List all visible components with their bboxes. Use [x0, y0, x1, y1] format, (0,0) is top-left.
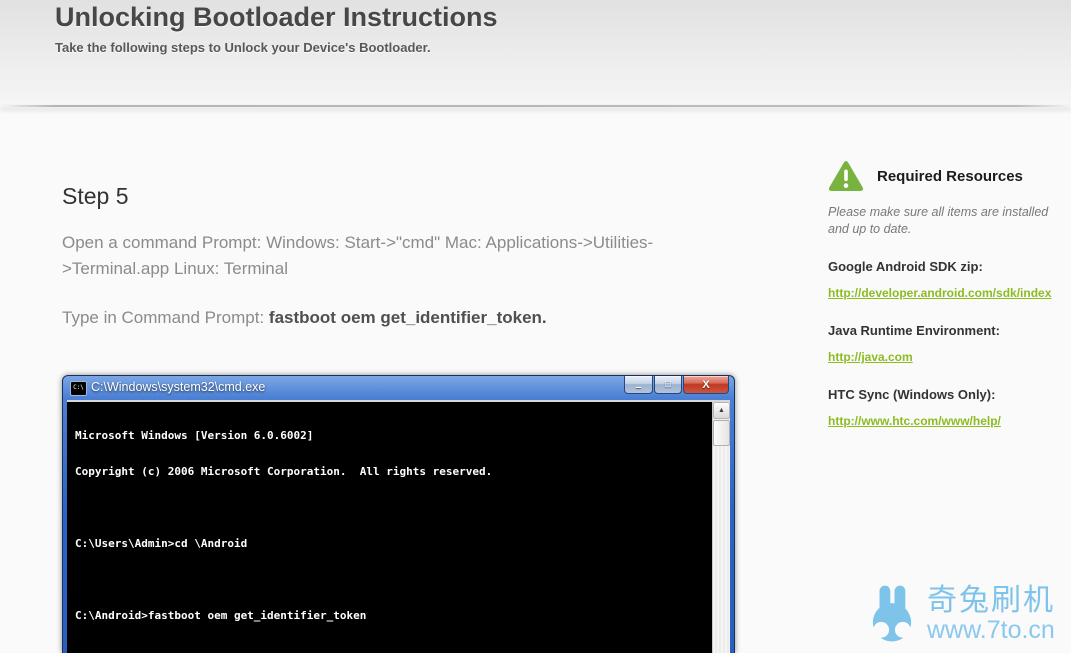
warning-icon [828, 160, 864, 193]
window-controls: – □ X [624, 376, 729, 394]
minimize-icon: – [636, 382, 642, 393]
watermark-brand: 奇兔刷机 [927, 586, 1055, 616]
fastboot-command-text: fastboot oem get_identifier_token [269, 308, 542, 327]
terminal-line [75, 502, 708, 514]
resources-note: Please make sure all items are installed… [828, 204, 1060, 238]
step-title: Step 5 [62, 183, 129, 210]
required-resources-title: Required Resources [877, 168, 1023, 185]
resource-htc-sync: HTC Sync (Windows Only): http://www.htc.… [828, 387, 1060, 430]
instruction-type-prefix: Type in Command Prompt: [62, 308, 269, 327]
scrollbar-thumb[interactable] [713, 420, 730, 446]
instruction-suffix: . [542, 308, 547, 327]
maximize-button[interactable]: □ [654, 376, 682, 394]
instruction-open-prompt: Open a command Prompt: Windows: Start->"… [62, 230, 694, 282]
terminal-line [75, 574, 708, 586]
resource-link-htc-sync[interactable]: http://www.htc.com/www/help/ [828, 414, 1001, 428]
page-header: Unlocking Bootloader Instructions Take t… [0, 0, 1071, 107]
resource-label: Google Android SDK zip: [828, 259, 1060, 274]
minimize-button[interactable]: – [624, 376, 653, 394]
watermark-url: www.7to.cn [927, 618, 1055, 643]
close-button[interactable]: X [683, 376, 729, 394]
resource-label: HTC Sync (Windows Only): [828, 387, 1060, 402]
resource-link-android-sdk[interactable]: http://developer.android.com/sdk/index [828, 286, 1051, 300]
page-title: Unlocking Bootloader Instructions [55, 2, 498, 33]
instruction-type-command: Type in Command Prompt: fastboot oem get… [62, 305, 702, 331]
terminal-output: Microsoft Windows [Version 6.0.6002] Cop… [75, 406, 708, 646]
resource-java-runtime: Java Runtime Environment: http://java.co… [828, 323, 1060, 366]
required-resources-panel: Required Resources Please make sure all … [828, 160, 1060, 430]
cmd-window-title: C:\Windows\system32\cmd.exe [91, 380, 265, 394]
required-resources-header: Required Resources [828, 160, 1060, 193]
terminal-line: C:\Android>fastboot oem get_identifier_t… [75, 610, 708, 622]
terminal-line: Microsoft Windows [Version 6.0.6002] [75, 430, 708, 442]
close-icon: X [702, 379, 709, 391]
scroll-up-icon: ▲ [718, 407, 725, 414]
scroll-up-button[interactable]: ▲ [713, 402, 730, 419]
watermark: 奇兔刷机 www.7to.cn [867, 585, 1055, 643]
terminal-line: C:\Users\Admin>cd \Android [75, 538, 708, 550]
terminal-scrollbar[interactable]: ▲ [712, 402, 730, 653]
cmd-window: C:\ C:\Windows\system32\cmd.exe – □ X Mi… [62, 375, 735, 653]
terminal-line: Copyright (c) 2006 Microsoft Corporation… [75, 466, 708, 478]
cmd-titlebar[interactable]: C:\ C:\Windows\system32\cmd.exe – □ X [63, 376, 734, 400]
page-subtitle: Take the following steps to Unlock your … [55, 40, 431, 55]
terminal-client-area[interactable]: Microsoft Windows [Version 6.0.6002] Cop… [67, 400, 730, 653]
cmd-app-icon: C:\ [70, 381, 87, 396]
page: Unlocking Bootloader Instructions Take t… [0, 0, 1071, 653]
maximize-icon: □ [665, 379, 671, 390]
resource-label: Java Runtime Environment: [828, 323, 1060, 338]
resource-link-java[interactable]: http://java.com [828, 350, 913, 364]
watermark-text: 奇兔刷机 www.7to.cn [927, 586, 1055, 643]
header-divider [0, 105, 1071, 107]
resource-android-sdk: Google Android SDK zip: http://developer… [828, 259, 1060, 302]
rabbit-logo-icon [867, 585, 917, 643]
